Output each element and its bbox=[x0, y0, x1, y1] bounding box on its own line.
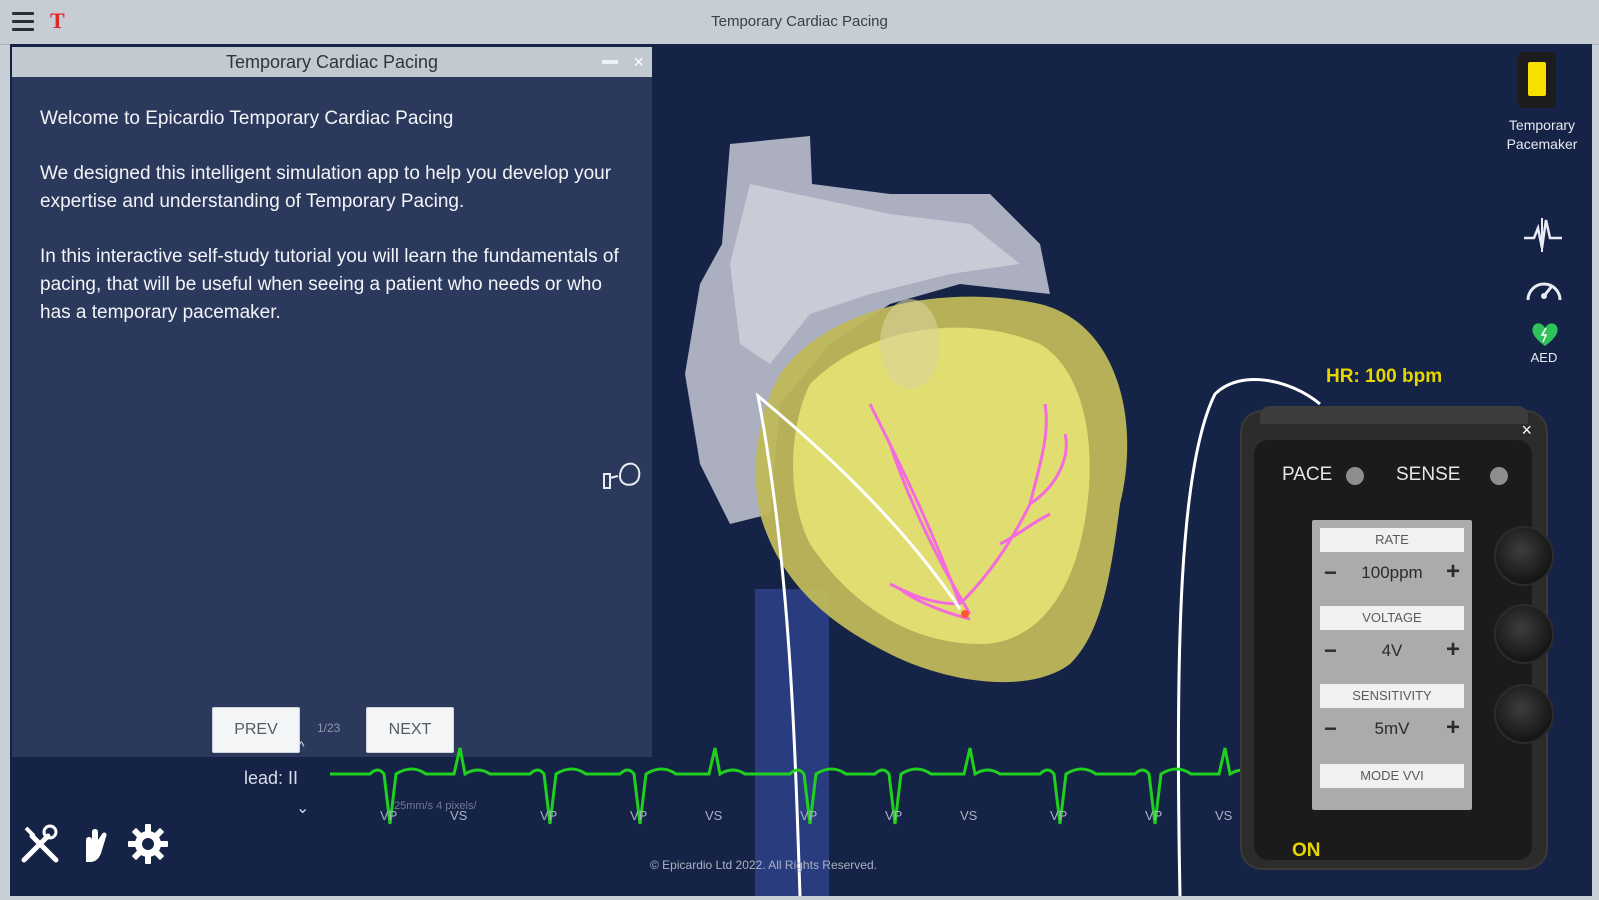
beat-label: VP bbox=[630, 808, 648, 823]
glove-hand-icon[interactable] bbox=[72, 822, 116, 866]
lead-down-arrow[interactable]: ⌄ bbox=[296, 798, 309, 818]
ecg-waveform bbox=[330, 747, 1260, 825]
beat-label: VS bbox=[705, 808, 723, 823]
beat-label: VP bbox=[540, 808, 558, 823]
copyright-text: © Epicardio Ltd 2022. All Rights Reserve… bbox=[650, 858, 877, 872]
beat-label: VS bbox=[960, 808, 978, 823]
beat-label: VP bbox=[1145, 808, 1163, 823]
sensitivity-control: − 5mV + bbox=[1320, 714, 1464, 744]
rate-header: RATE bbox=[1320, 528, 1464, 552]
device-close-button[interactable]: × bbox=[1521, 420, 1532, 441]
sense-label: SENSE bbox=[1396, 464, 1461, 485]
on-indicator: ON bbox=[1292, 840, 1321, 861]
sensitivity-knob[interactable] bbox=[1494, 684, 1554, 744]
sense-indicator-led bbox=[1490, 467, 1508, 485]
beat-label: VP bbox=[1050, 808, 1068, 823]
pace-label: PACE bbox=[1282, 464, 1333, 485]
window-title: Temporary Cardiac Pacing bbox=[711, 13, 888, 30]
lead-up-arrow[interactable]: ^ bbox=[298, 738, 305, 754]
pacemaker-device: × PACE SENSE RATE − 100ppm + VOLTAGE − 4… bbox=[1240, 406, 1554, 870]
beat-label: VS bbox=[1215, 808, 1233, 823]
beat-label: VS bbox=[450, 808, 468, 823]
voltage-value: 4V bbox=[1381, 641, 1403, 660]
sensitivity-increase-button[interactable]: + bbox=[1446, 714, 1460, 742]
rate-knob[interactable] bbox=[1494, 526, 1554, 586]
control-panel: RATE − 100ppm + VOLTAGE − 4V + SENSITIVI… bbox=[1312, 520, 1472, 810]
voltage-knob[interactable] bbox=[1494, 604, 1554, 664]
voltage-control: − 4V + bbox=[1320, 636, 1464, 666]
simulation-viewport[interactable]: Temporary Cardiac Pacing × Welcome to Ep… bbox=[10, 44, 1592, 896]
voltage-header: VOLTAGE bbox=[1320, 606, 1464, 630]
device-face: PACE SENSE RATE − 100ppm + VOLTAGE − 4V … bbox=[1254, 440, 1554, 861]
beat-label: VP bbox=[885, 808, 903, 823]
pace-indicator-led bbox=[1346, 467, 1364, 485]
settings-gear-icon[interactable] bbox=[126, 822, 170, 866]
mode-button[interactable]: MODE VVI bbox=[1320, 764, 1464, 788]
title-bar: T Temporary Cardiac Pacing bbox=[0, 0, 1599, 45]
device-top-bar bbox=[1260, 406, 1528, 424]
sensitivity-header: SENSITIVITY bbox=[1320, 684, 1464, 708]
tools-icon[interactable] bbox=[18, 822, 62, 866]
lead-label: lead: II bbox=[244, 768, 299, 788]
rate-control: − 100ppm + bbox=[1320, 558, 1464, 588]
voltage-increase-button[interactable]: + bbox=[1446, 636, 1460, 664]
beat-label: VP bbox=[380, 808, 398, 823]
rate-increase-button[interactable]: + bbox=[1446, 558, 1460, 586]
sensitivity-value: 5mV bbox=[1374, 719, 1410, 738]
beat-label: VP bbox=[800, 808, 818, 823]
rate-value: 100ppm bbox=[1361, 563, 1423, 582]
